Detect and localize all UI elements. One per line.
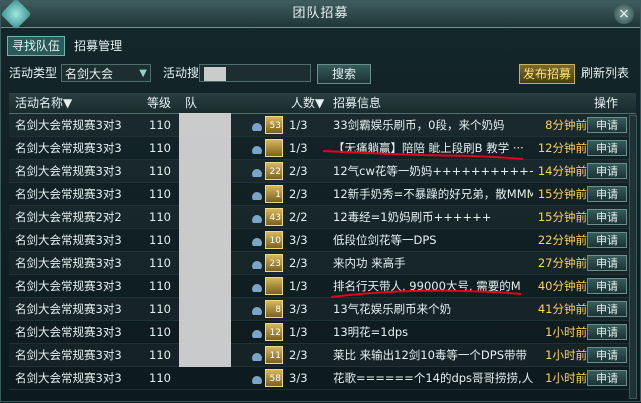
team-recruit-window: 团队招募 × 寻找队伍 招募管理 活动类型 名剑大会 ▼ 活动搜 搜索 发布招募… bbox=[0, 0, 641, 402]
annotation-underline bbox=[322, 150, 524, 160]
annotation-overlay bbox=[322, 150, 524, 298]
scrollbar[interactable] bbox=[629, 115, 637, 399]
annotation-underline bbox=[330, 289, 522, 298]
